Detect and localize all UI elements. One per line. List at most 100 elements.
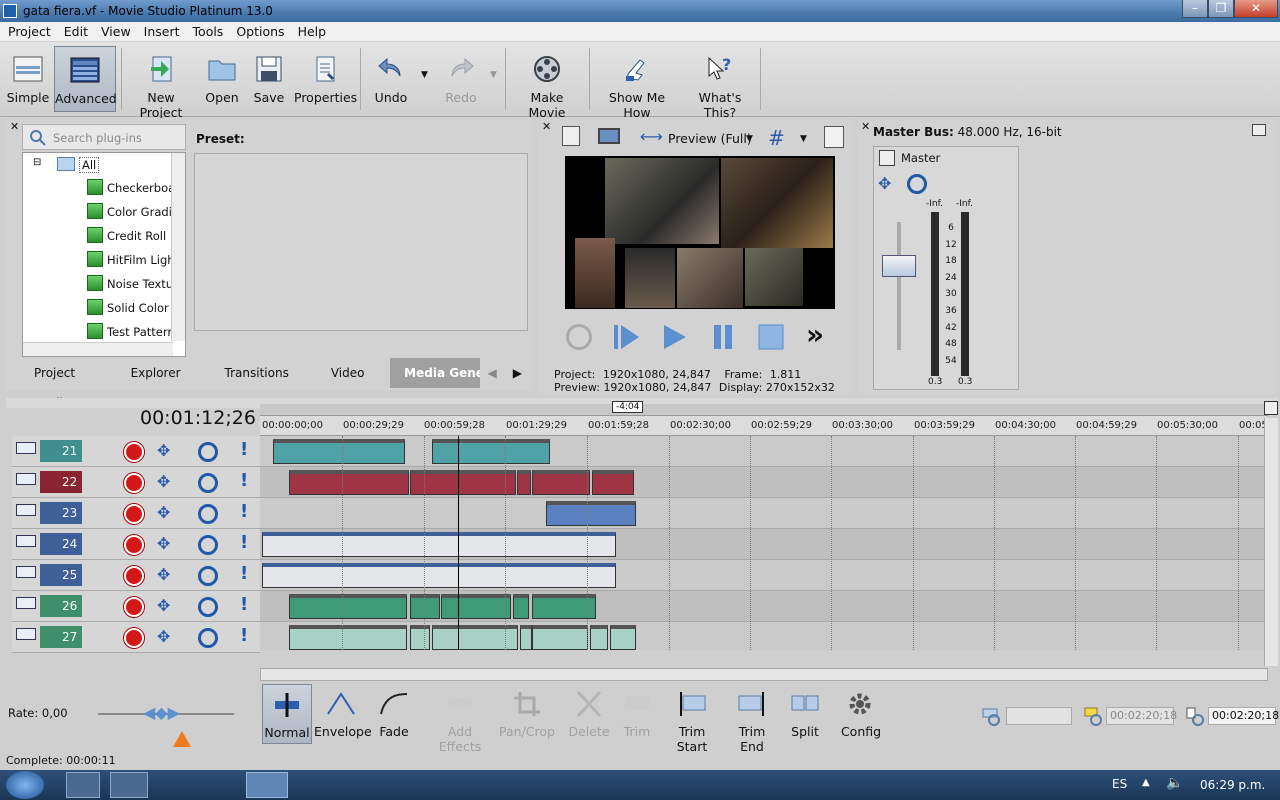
track-expand-icon[interactable] [16,504,36,516]
video-clip[interactable] [410,470,516,495]
track-expand-icon[interactable] [16,628,36,640]
master-close-icon[interactable]: ✕ [861,120,870,133]
video-clip[interactable] [289,470,409,495]
video-clip[interactable] [546,501,636,526]
taskbar-chrome[interactable] [110,772,148,798]
video-clip[interactable] [410,625,430,650]
selection-start-field[interactable]: 00:02:20;18 [1106,707,1177,725]
play-button[interactable] [660,322,690,352]
tree-item[interactable]: Test Pattern [107,325,175,339]
video-clip[interactable] [289,594,407,619]
mute-icon[interactable] [198,442,218,462]
video-clip[interactable] [532,625,588,650]
timeline-ruler[interactable]: 00:00:00;00 00:00:29;29 00:00:59;28 00:0… [260,416,1268,436]
track-lane[interactable] [260,498,1268,529]
rate-marker-icon[interactable] [172,730,192,748]
timeline-horizontal-scrollbar[interactable] [260,668,1268,681]
timeline-tracks[interactable] [260,436,1268,650]
video-clip[interactable] [441,594,511,619]
video-clip[interactable] [432,439,550,464]
mute-icon[interactable] [198,628,218,648]
menu-options[interactable]: Options [231,24,289,39]
redo-button[interactable]: Redo [436,46,486,112]
track-header[interactable]: 22 ✥ ! [12,467,260,498]
video-clip[interactable] [517,470,531,495]
preset-area[interactable] [194,153,528,331]
tab-scroll-left-icon[interactable]: ◀ [480,358,505,388]
mute-icon[interactable] [198,473,218,493]
video-clip[interactable] [273,439,405,464]
speaker-icon[interactable]: 🔈 [1166,775,1183,791]
marker-bar[interactable] [260,404,1268,416]
track-lane[interactable] [260,591,1268,622]
mute-icon[interactable] [198,535,218,555]
track-motion-icon[interactable]: ✥ [157,472,170,491]
taskbar-keyboard[interactable] [158,772,192,798]
solo-icon[interactable]: ! [240,594,248,615]
tray-up-arrow-icon[interactable]: ▲ [1142,777,1150,788]
menu-view[interactable]: View [96,24,136,39]
maximize-button[interactable]: ❐ [1208,0,1234,18]
tree-horizontal-scrollbar[interactable] [23,342,173,356]
pause-button[interactable] [708,322,738,352]
normal-edit-tool[interactable]: Normal [262,684,312,744]
video-clip[interactable] [520,625,532,650]
delete-tool[interactable]: Delete [566,684,612,744]
pan-crop-tool[interactable]: Pan/Crop [498,684,556,744]
advanced-button[interactable]: Advanced [54,46,117,112]
taskbar-media[interactable] [204,772,240,798]
timeline-timecode[interactable]: 00:01:12;26 [140,407,256,429]
tab-video-fx[interactable]: Video FX [311,358,390,410]
solo-icon[interactable]: ! [240,563,248,584]
mute-icon[interactable] [198,504,218,524]
simple-button[interactable]: Simple [4,46,52,112]
video-clip[interactable] [262,563,616,588]
clip-start-field[interactable] [1006,707,1072,725]
clock[interactable]: 06:29 p.m. [1200,778,1265,792]
track-expand-icon[interactable] [16,473,36,485]
video-clip[interactable] [590,625,608,650]
video-clip[interactable] [592,470,634,495]
video-clip[interactable] [262,532,616,557]
selection-length-field[interactable]: 00:02:20;18 [1208,707,1279,725]
copy-snapshot-icon[interactable] [824,126,844,148]
show-me-how-button[interactable]: Show Me How [596,46,678,120]
track-lane[interactable] [260,622,1268,650]
preview-close-icon[interactable]: ✕ [542,120,551,133]
video-output-icon[interactable] [562,126,580,146]
redo-dropdown-icon[interactable]: ▼ [490,70,497,80]
track-motion-icon[interactable]: ✥ [157,627,170,646]
stop-button[interactable] [756,322,786,352]
tree-root-all[interactable]: All [79,157,100,173]
tree-item[interactable]: Solid Color [107,301,169,315]
timeline-vertical-scrollbar[interactable] [1264,418,1278,666]
track-header[interactable]: 24 ✥ ! [12,529,260,560]
undo-dropdown-icon[interactable]: ▼ [421,70,428,80]
menu-tools[interactable]: Tools [188,24,229,39]
tab-explorer[interactable]: Explorer [109,358,203,388]
taskbar-movie-studio[interactable] [246,772,288,798]
marker-toggle-icon[interactable] [1264,401,1278,415]
track-expand-icon[interactable] [16,535,36,547]
trim-start-tool[interactable]: Trim Start [664,684,720,754]
track-expand-icon[interactable] [16,566,36,578]
close-button[interactable]: ✕ [1234,0,1278,18]
new-project-button[interactable]: New Project [126,46,196,120]
more-controls-icon[interactable]: » [806,318,824,351]
save-button[interactable]: Save [248,46,290,112]
menu-edit[interactable]: Edit [59,24,93,39]
preview-quality-dropdown[interactable]: Preview (Full) [668,131,752,146]
plugin-search-input[interactable]: Search plug-ins [22,124,186,150]
tree-item[interactable]: Credit Roll [107,229,166,243]
track-expand-icon[interactable] [16,597,36,609]
trim-tool[interactable]: Trim [616,684,658,744]
master-options-icon[interactable] [1252,124,1266,136]
track-lane[interactable] [260,467,1268,498]
split-screen-icon[interactable]: ⟷ [640,127,663,146]
arm-record-icon[interactable] [124,597,144,617]
mute-icon[interactable] [198,597,218,617]
master-pan-icon[interactable]: ✥ [878,174,891,193]
track-lane[interactable] [260,529,1268,560]
track-motion-icon[interactable]: ✥ [157,565,170,584]
track-header[interactable]: 23 ✥ ! [12,498,260,529]
